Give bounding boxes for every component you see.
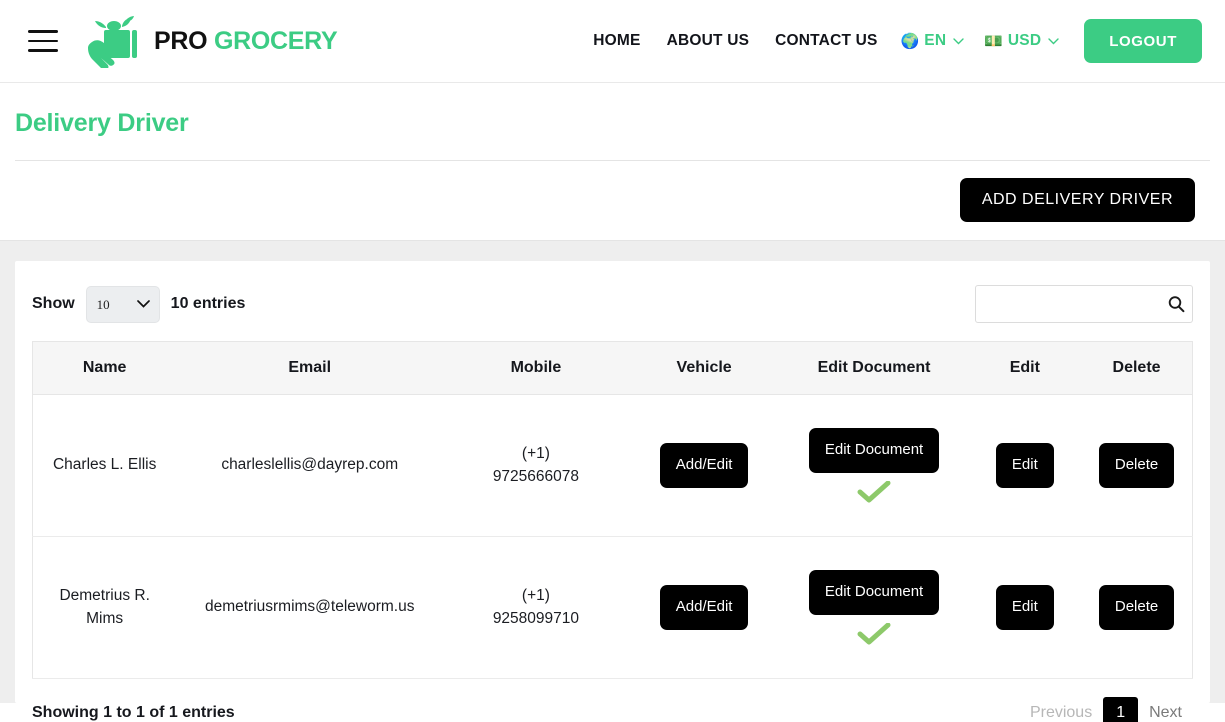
column-header-delete: Delete (1081, 341, 1193, 395)
table-header-row: Name Email Mobile Vehicle Edit Document … (32, 341, 1193, 395)
table-body: Charles L. Ellis charleslellis@dayrep.co… (32, 394, 1193, 679)
mobile-prefix: (+1) (521, 586, 550, 604)
column-header-email: Email (176, 341, 444, 395)
cell-vehicle: Add/Edit (628, 536, 780, 679)
table-footer: Showing 1 to 1 of 1 entries Previous 1 N… (32, 679, 1193, 722)
main-navigation: HOME ABOUT US CONTACT US 🌍 EN 💵 USD LOGO… (587, 0, 1202, 82)
brand-name-grocery: GROCERY (213, 26, 338, 55)
nav-item-contact-us[interactable]: CONTACT US (762, 32, 890, 50)
language-label: EN (924, 32, 947, 49)
page-action-bar: ADD DELIVERY DRIVER (0, 161, 1225, 241)
document-verified-check-icon (857, 480, 891, 503)
document-cell-group: Edit Document (786, 428, 963, 503)
globe-icon: 🌍 (900, 32, 920, 50)
edit-document-button[interactable]: Edit Document (809, 428, 940, 473)
brand-name-pro: PRO (154, 26, 208, 55)
cell-delete: Delete (1081, 536, 1193, 679)
cell-edit-document: Edit Document (779, 394, 969, 537)
money-icon: 💵 (984, 32, 1003, 50)
column-header-edit: Edit (968, 341, 1082, 395)
pagination: Previous 1 Next (1019, 697, 1193, 722)
hamburger-bar (28, 39, 58, 43)
show-label: Show (32, 295, 75, 312)
pagination-next-button[interactable]: Next (1138, 698, 1193, 722)
hamburger-bar (28, 30, 58, 33)
cell-vehicle: Add/Edit (628, 394, 780, 537)
currency-label: USD (1007, 32, 1042, 49)
grocery-bag-logo-icon (88, 16, 137, 68)
search-input[interactable] (975, 285, 1193, 323)
language-selector[interactable]: 🌍 EN (891, 32, 975, 50)
datatable-card: Show 102550100 10 entries (15, 261, 1210, 722)
cell-mobile: (+1) 9725666078 (443, 394, 629, 537)
cell-edit: Edit (968, 394, 1082, 537)
page-title: Delivery Driver (15, 109, 1210, 161)
hamburger-menu-icon[interactable] (28, 30, 58, 52)
cell-email: charleslellis@dayrep.com (176, 394, 444, 537)
showing-entries-text: Showing 1 to 1 of 1 entries (32, 704, 235, 721)
column-header-edit-document: Edit Document (779, 341, 969, 395)
delete-button[interactable]: Delete (1098, 443, 1175, 488)
chevron-down-icon (953, 37, 964, 45)
mobile-prefix: (+1) (521, 444, 550, 462)
nav-item-about-us[interactable]: ABOUT US (654, 32, 763, 50)
vehicle-add-edit-button[interactable]: Add/Edit (659, 585, 749, 630)
hamburger-bar (28, 49, 58, 52)
pagination-page-1-button[interactable]: 1 (1103, 697, 1139, 722)
logout-button[interactable]: LOGOUT (1084, 19, 1202, 63)
add-delivery-driver-button[interactable]: ADD DELIVERY DRIVER (959, 178, 1195, 222)
document-verified-check-icon (857, 622, 891, 645)
cell-name: Charles L. Ellis (32, 394, 177, 537)
edit-button[interactable]: Edit (995, 443, 1054, 488)
vehicle-add-edit-button[interactable]: Add/Edit (659, 443, 749, 488)
pagination-previous-button[interactable]: Previous (1019, 698, 1103, 722)
content-area: Show 102550100 10 entries (0, 241, 1225, 722)
table-row: Demetrius R. Mims demetriusrmims@telewor… (32, 536, 1193, 679)
document-cell-group: Edit Document (786, 570, 963, 645)
entries-length-select[interactable]: 102550100 (85, 285, 160, 323)
cell-edit-document: Edit Document (779, 536, 969, 679)
cell-edit: Edit (968, 536, 1082, 679)
column-header-name: Name (32, 341, 177, 395)
delete-button[interactable]: Delete (1098, 585, 1175, 630)
cell-mobile: (+1) 9258099710 (443, 536, 629, 679)
table-search (975, 285, 1193, 323)
search-icon[interactable] (1168, 296, 1185, 313)
brand-name: PRO GROCERY (154, 26, 338, 56)
page-title-section: Delivery Driver (0, 83, 1225, 161)
cell-delete: Delete (1081, 394, 1193, 537)
brand-logo-link[interactable]: PRO GROCERY (86, 14, 338, 68)
chevron-down-icon (1048, 37, 1059, 45)
table-row: Charles L. Ellis charleslellis@dayrep.co… (32, 394, 1193, 537)
table-header: Name Email Mobile Vehicle Edit Document … (32, 341, 1193, 395)
column-header-mobile: Mobile (443, 341, 629, 395)
mobile-number: 9258099710 (492, 609, 580, 627)
cell-name: Demetrius R. Mims (32, 536, 177, 679)
edit-button[interactable]: Edit (995, 585, 1054, 630)
delivery-drivers-table: Name Email Mobile Vehicle Edit Document … (32, 341, 1193, 679)
length-select-wrapper: 102550100 (85, 285, 160, 323)
entries-count-label: 10 entries (170, 295, 246, 312)
table-controls: Show 102550100 10 entries (32, 281, 1193, 341)
entries-length-control: Show 102550100 10 entries (32, 285, 246, 323)
mobile-number: 9725666078 (492, 467, 580, 485)
nav-item-home[interactable]: HOME (587, 32, 653, 50)
column-header-vehicle: Vehicle (628, 341, 780, 395)
currency-selector[interactable]: 💵 USD (974, 32, 1069, 50)
cell-email: demetriusrmims@teleworm.us (176, 536, 444, 679)
site-header: PRO GROCERY HOME ABOUT US CONTACT US 🌍 E… (0, 0, 1225, 83)
edit-document-button[interactable]: Edit Document (809, 570, 940, 615)
